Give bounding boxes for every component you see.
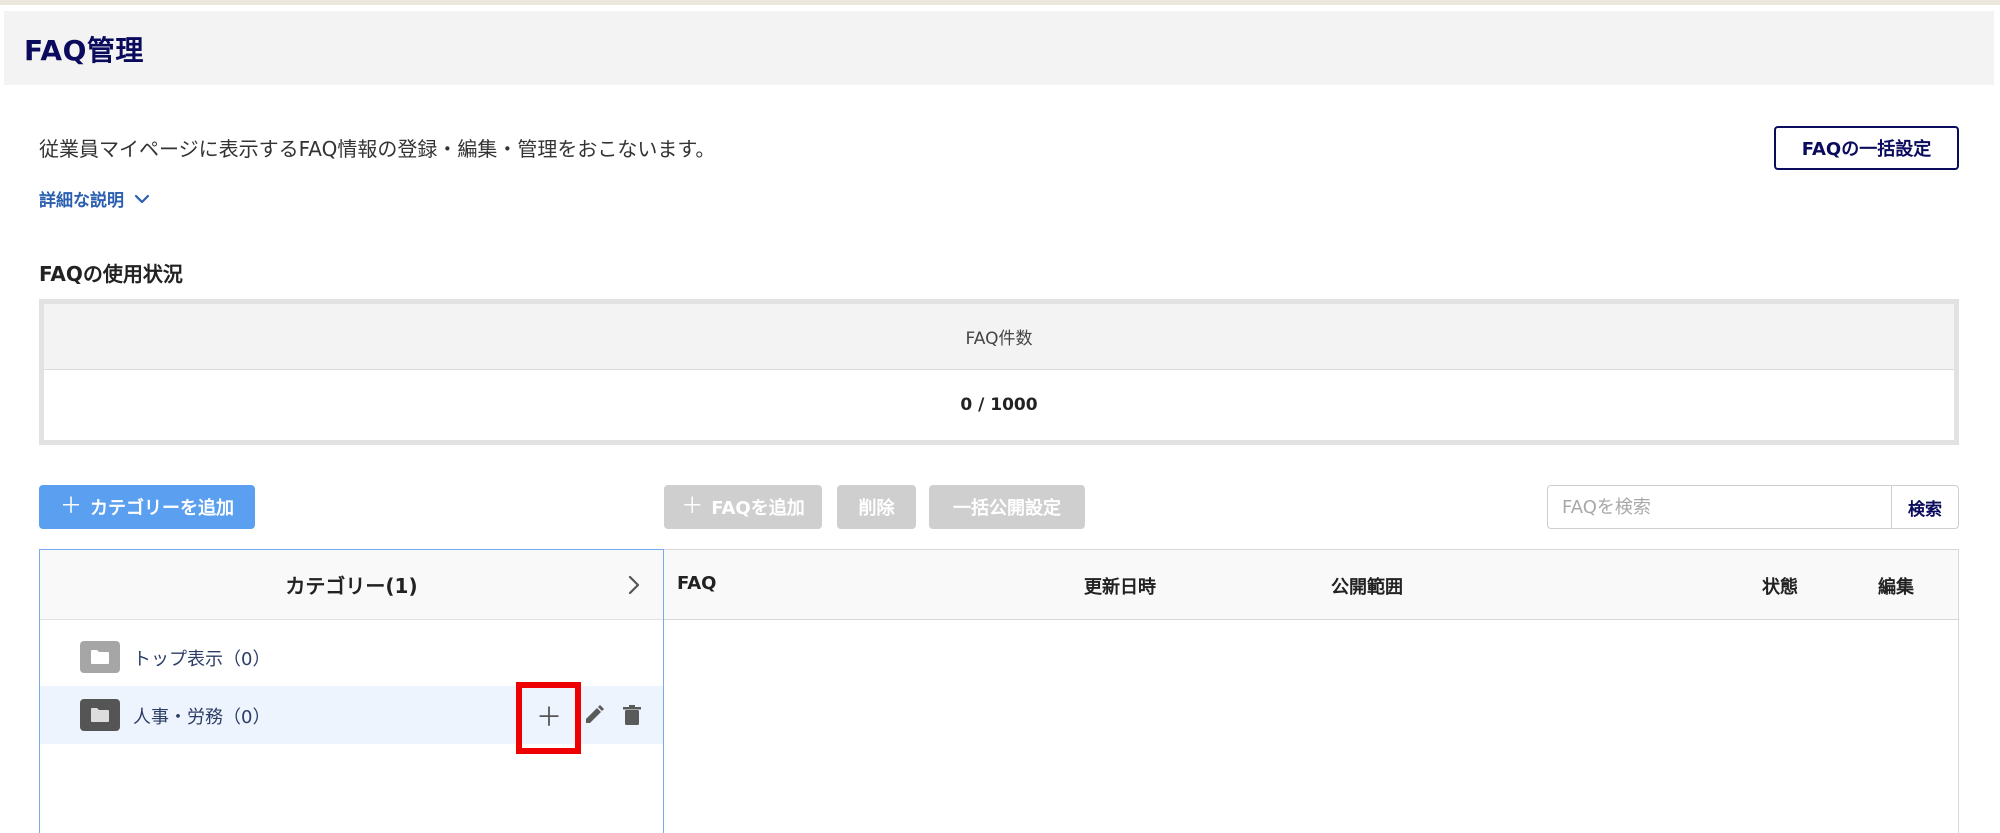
column-header-faq[interactable]: FAQ [677,573,716,594]
faq-table-header: FAQ 更新日時 公開範囲 状態 編集 [664,550,1958,620]
page-header: FAQ管理 [4,11,1994,85]
category-item-label: 人事・労務（0） [133,707,271,728]
pencil-icon [586,705,604,723]
column-header-edit: 編集 [1878,577,1914,598]
delete-button[interactable]: 削除 [837,485,916,529]
plus-icon: ＋ [681,494,704,519]
delete-category-button[interactable] [617,700,647,730]
usage-table: FAQ件数 0 / 1000 [39,299,1959,445]
page-description: 従業員マイページに表示するFAQ情報の登録・編集・管理をおこないます。 [39,137,716,161]
faq-list-panel: FAQ 更新日時 公開範囲 状態 編集 [664,549,1959,833]
column-header-status[interactable]: 状態 [1762,573,1798,599]
folder-icon [80,699,120,731]
add-category-label: カテゴリーを追加 [90,498,234,519]
page-title: FAQ管理 [24,34,144,67]
add-faq-button[interactable]: ＋ FAQを追加 [664,485,822,529]
plus-icon: ＋ [535,702,562,733]
usage-heading: FAQの使用状況 [39,262,183,286]
add-subitem-button[interactable]: ＋ [534,700,564,733]
edit-category-button[interactable] [579,700,609,730]
search-button[interactable]: 検索 [1891,486,1958,528]
category-panel-header: カテゴリー(1) [40,550,663,620]
column-header-updated-at[interactable]: 更新日時 [1084,573,1156,599]
chevron-right-icon[interactable] [627,574,641,596]
trash-icon [623,705,641,725]
details-toggle-link[interactable]: 詳細な説明 [39,186,150,211]
bulk-publish-button[interactable]: 一括公開設定 [929,485,1085,529]
faq-search-input[interactable] [1548,486,1891,528]
top-border-line [0,0,2000,5]
plus-icon: ＋ [59,494,82,519]
category-header-label: カテゴリー(1) [285,574,418,598]
usage-count-value: 0 / 1000 [960,395,1038,415]
usage-column-header: FAQ件数 [44,304,1954,370]
faq-search-box: 検索 [1547,485,1959,529]
add-faq-label: FAQを追加 [711,498,805,519]
add-category-button[interactable]: ＋ カテゴリーを追加 [39,485,255,529]
category-panel: カテゴリー(1) トップ表示（0） 人事・労務（0） ＋ [39,549,664,833]
chevron-down-icon [134,194,150,203]
category-item-top-display[interactable]: トップ表示（0） [40,628,663,686]
folder-icon [80,641,120,673]
details-link-label: 詳細な説明 [39,191,124,211]
category-item-hr-labor[interactable]: 人事・労務（0） ＋ [40,682,663,754]
column-header-publish-scope[interactable]: 公開範囲 [1331,573,1403,599]
category-item-label: トップ表示（0） [133,649,271,670]
faq-bulk-settings-button[interactable]: FAQの一括設定 [1774,126,1959,170]
